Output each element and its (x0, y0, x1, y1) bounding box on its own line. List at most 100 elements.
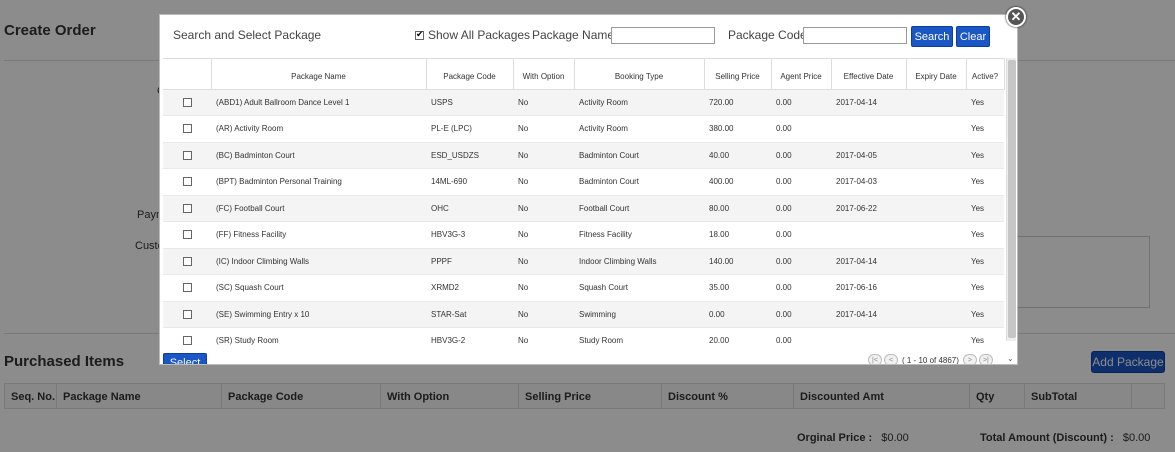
cell-booking-type: Badminton Court (574, 168, 704, 196)
table-row[interactable]: (AR) Activity Room PL-E (LPC) No Activity R… (163, 115, 1004, 143)
show-all-label: Show All Packages (428, 28, 531, 42)
table-row[interactable]: (SC) Squash Court XRMD2 No Squash Court 35.0… (163, 274, 1004, 302)
col-header-expiry-date[interactable]: Expiry Date (906, 59, 967, 90)
cell-package-name: (FF) Fitness Facility (211, 221, 426, 249)
cell-package-code: PL-E (LPC) (426, 115, 513, 143)
row-checkbox[interactable] (182, 177, 192, 187)
table-row[interactable]: (BPT) Badminton Personal Training 14ML-69… (163, 168, 1004, 196)
table-row[interactable]: (FC) Football Court OHC No Football Court 80… (163, 195, 1004, 222)
package-name-label: Package Name: (532, 28, 618, 42)
cell-agent-price: 0.00 (771, 274, 831, 302)
package-grid: Package Name Package Code With Option Bo… (163, 58, 1005, 352)
grid-scrollbar[interactable] (1006, 58, 1016, 341)
row-checkbox[interactable] (182, 336, 192, 346)
row-checkbox[interactable] (182, 203, 192, 213)
row-select-cell (163, 89, 211, 116)
cell-selling-price: 40.00 (704, 142, 771, 169)
table-row[interactable]: (ABD1) Adult Ballroom Dance Level 1 USPS N… (163, 89, 1004, 116)
row-select-cell (163, 248, 211, 275)
cell-booking-type: Squash Court (574, 274, 704, 302)
cell-booking-type: Badminton Court (574, 142, 704, 169)
package-code-input[interactable] (803, 27, 907, 44)
table-row[interactable]: (SR) Study Room HBV3G-2 No Study Room 20.00 0… (163, 327, 1004, 352)
col-header-selling-price[interactable]: Selling Price (704, 59, 772, 90)
row-select-cell (163, 168, 211, 196)
col-header-package-code[interactable]: Package Code (426, 59, 514, 90)
cell-with-option: No (513, 195, 574, 222)
row-select-cell (163, 115, 211, 143)
scrollbar-thumb[interactable] (1008, 60, 1016, 338)
col-header-effective-date[interactable]: Effective Date (831, 59, 907, 90)
cell-expiry-date (906, 142, 966, 169)
cell-expiry-date (906, 89, 966, 116)
row-checkbox[interactable] (182, 256, 192, 266)
cell-with-option: No (513, 142, 574, 169)
cell-effective-date: 2017-04-14 (831, 89, 906, 116)
cell-package-code: HBV3G-3 (426, 221, 513, 249)
cell-selling-price: 400.00 (704, 168, 771, 196)
row-checkbox[interactable] (182, 150, 192, 160)
cell-package-code: STAR-Sat (426, 301, 513, 328)
select-button[interactable]: Select (163, 353, 207, 364)
cell-selling-price: 18.00 (704, 221, 771, 249)
col-header-booking-type[interactable]: Booking Type (574, 59, 705, 90)
col-header-with-option[interactable]: With Option (513, 59, 575, 90)
row-checkbox[interactable] (182, 309, 192, 319)
scroll-down-arrow-icon[interactable]: ⌄ (1007, 354, 1014, 363)
cell-package-name: (SR) Study Room (211, 327, 426, 352)
cell-package-code: XRMD2 (426, 274, 513, 302)
row-checkbox[interactable] (182, 230, 192, 240)
cell-booking-type: Activity Room (574, 115, 704, 143)
cell-package-name: (ABD1) Adult Ballroom Dance Level 1 (211, 89, 426, 116)
table-header-row: Package Name Package Code With Option Bo… (163, 59, 1005, 90)
cell-agent-price: 0.00 (771, 142, 831, 169)
cell-effective-date: 2017-04-03 (831, 168, 906, 196)
table-row[interactable]: (IC) Indoor Climbing Walls PPPF No Indoor C… (163, 248, 1004, 275)
search-button[interactable]: Search (911, 26, 953, 47)
row-checkbox[interactable] (182, 124, 192, 134)
table-row[interactable]: (BC) Badminton Court ESD_USDZS No Badminton… (163, 142, 1004, 169)
first-page-icon[interactable]: |< (868, 354, 882, 364)
cell-selling-price: 380.00 (704, 115, 771, 143)
table-row[interactable]: (SE) Swimming Entry x 10 STAR-Sat No Swimmi… (163, 301, 1004, 328)
table-row[interactable]: (FF) Fitness Facility HBV3G-3 No Fitness Fa… (163, 221, 1004, 249)
cell-with-option: No (513, 89, 574, 116)
cell-booking-type: Indoor Climbing Walls (574, 248, 704, 275)
cell-effective-date (831, 327, 906, 352)
cell-active: Yes (966, 221, 1004, 249)
cell-agent-price: 0.00 (771, 221, 831, 249)
package-name-input[interactable] (611, 27, 715, 44)
clear-button[interactable]: Clear (956, 26, 990, 47)
select-col-header (163, 59, 212, 90)
cell-package-code: OHC (426, 195, 513, 222)
next-page-icon[interactable]: > (962, 354, 977, 364)
cell-active: Yes (966, 195, 1004, 222)
row-select-cell (163, 327, 211, 352)
cell-package-name: (AR) Activity Room (211, 115, 426, 143)
table-body: (ABD1) Adult Ballroom Dance Level 1 USPS N… (163, 89, 1004, 352)
cell-agent-price: 0.00 (771, 301, 831, 328)
cell-expiry-date (906, 327, 966, 352)
cell-agent-price: 0.00 (771, 89, 831, 116)
show-all-packages-toggle[interactable]: Show All Packages (415, 28, 530, 42)
close-icon[interactable]: ✕ (1006, 7, 1026, 27)
col-header-agent-price[interactable]: Agent Price (771, 59, 832, 90)
cell-effective-date: 2017-06-22 (831, 195, 906, 222)
row-checkbox[interactable] (182, 283, 192, 293)
col-header-package-name[interactable]: Package Name (211, 59, 427, 90)
last-page-icon[interactable]: >| (978, 354, 993, 364)
prev-page-icon[interactable]: < (884, 354, 898, 364)
cell-package-name: (SE) Swimming Entry x 10 (211, 301, 426, 328)
col-header-active[interactable]: Active? (966, 59, 1005, 90)
cell-booking-type: Fitness Facility (574, 221, 704, 249)
row-checkbox[interactable] (182, 97, 192, 107)
cell-expiry-date (906, 301, 966, 328)
show-all-checkbox[interactable] (415, 29, 424, 41)
cell-selling-price: 20.00 (704, 327, 771, 352)
cell-booking-type: Study Room (574, 327, 704, 352)
cell-expiry-date (906, 195, 966, 222)
cell-effective-date: 2017-04-05 (831, 142, 906, 169)
cell-effective-date: 2017-04-14 (831, 301, 906, 328)
cell-booking-type: Activity Room (574, 89, 704, 116)
cell-booking-type: Football Court (574, 195, 704, 222)
